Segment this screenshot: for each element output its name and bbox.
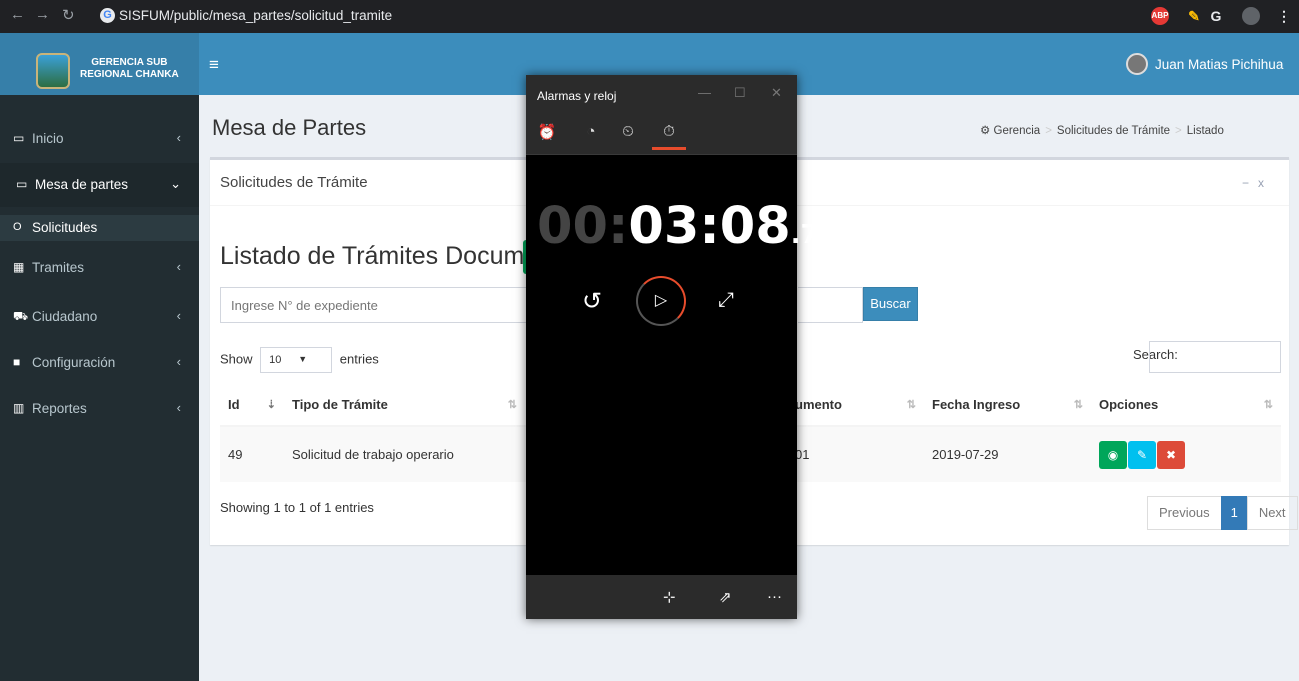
- browser-toolbar: ← → ↻ G SISFUM/public/mesa_partes/solici…: [0, 0, 1299, 33]
- search-button[interactable]: Buscar: [863, 287, 918, 321]
- world-clock-tab-icon[interactable]: ◔: [578, 123, 604, 147]
- sort-icon: ⇅: [1073, 399, 1083, 411]
- th-icon: ▦: [13, 260, 25, 274]
- chevron-left-icon: ‹: [176, 308, 181, 323]
- window-titlebar[interactable]: Alarmas y reloj — ☐ ✕: [526, 75, 797, 115]
- circle-icon: O: [13, 221, 22, 233]
- cart-icon: ⛟: [13, 309, 29, 323]
- page-1-button[interactable]: 1: [1220, 496, 1248, 530]
- expand-icon[interactable]: ⤢: [718, 289, 734, 312]
- chevron-left-icon: ‹: [176, 400, 181, 415]
- chevron-down-icon: ⌄: [170, 176, 181, 191]
- cell-id: 49: [220, 425, 284, 482]
- sidebar-item-inicio[interactable]: ▭ Inicio ‹: [0, 117, 199, 161]
- breadcrumb: ⚙ Gerencia > Solicitudes de Trámite > Listad…: [980, 125, 1224, 137]
- col-documento[interactable]: umento ⇅: [787, 384, 924, 427]
- collapse-icon[interactable]: −: [1242, 176, 1258, 190]
- laptop-icon: ▭: [16, 177, 28, 191]
- maximize-icon[interactable]: ☐: [734, 85, 746, 101]
- folder-icon: ■: [13, 355, 21, 369]
- sort-icon: ⇅: [507, 399, 517, 411]
- expediente-input[interactable]: [220, 287, 538, 323]
- chevron-left-icon: ‹: [176, 354, 181, 369]
- dashboard-icon: ⚙: [980, 125, 991, 137]
- delete-button[interactable]: ✖: [1157, 440, 1185, 469]
- share-icon[interactable]: ⇗: [719, 588, 732, 606]
- stopwatch-time: 00:03:08.79: [537, 197, 837, 256]
- next-button[interactable]: Next: [1246, 496, 1298, 530]
- table-info: Showing 1 to 1 of 1 entries: [220, 500, 374, 515]
- col-fecha[interactable]: Fecha Ingreso ⇅: [924, 384, 1091, 427]
- play-icon: ▷: [654, 292, 668, 309]
- adblock-icon[interactable]: ABP: [1151, 7, 1169, 25]
- sort-icon: ⇅: [1263, 399, 1273, 411]
- breadcrumb-listado: Listado: [1186, 125, 1224, 137]
- laptop-icon: ▭: [13, 131, 25, 145]
- more-options-icon[interactable]: ···: [767, 588, 782, 605]
- search-input[interactable]: [1149, 341, 1281, 373]
- back-icon[interactable]: ←: [10, 6, 25, 23]
- reload-icon[interactable]: ↻: [62, 6, 75, 24]
- breadcrumb-solicitudes[interactable]: Solicitudes de Trámite: [1057, 125, 1170, 137]
- dropdown-arrow-icon: ▼: [298, 354, 308, 364]
- clock-bottom-bar: ⊹ ⇗ ···: [526, 575, 797, 619]
- sidebar-item-configuracion[interactable]: ■ Configuración ‹: [0, 341, 199, 385]
- sidebar-item-solicitudes[interactable]: O Solicitudes: [0, 215, 199, 241]
- previous-button[interactable]: Previous: [1147, 496, 1222, 530]
- col-id[interactable]: Id ⇣: [220, 384, 284, 427]
- window-title: Alarmas y reloj: [537, 89, 617, 103]
- alarm-tab-icon[interactable]: ⏰: [534, 123, 560, 147]
- sidebar-item-ciudadano[interactable]: ⛟ Ciudadano ‹: [0, 295, 199, 339]
- length-control: Show 10 ▼ entries: [220, 347, 379, 373]
- menu-toggle-icon[interactable]: ≡: [209, 55, 219, 75]
- cell-tipo: Solicitud de trabajo operario: [284, 425, 525, 482]
- logo-text: GERENCIA SUB REGIONAL CHANKA: [80, 57, 179, 80]
- timer-tab-icon[interactable]: ⏲: [615, 123, 641, 147]
- sidebar: ▭ Inicio ‹ ▭ Mesa de partes ⌄ O Solicitu…: [0, 95, 199, 681]
- pin-icon[interactable]: ⊹: [663, 588, 676, 606]
- google-icon: G: [100, 8, 115, 23]
- bar-chart-icon: ▥: [13, 401, 25, 415]
- entries-select[interactable]: 10 ▼: [260, 347, 333, 373]
- edit-button[interactable]: ✎: [1128, 440, 1156, 469]
- cell-opciones: ◉ ✎ ✖: [1091, 425, 1281, 482]
- box-title: Solicitudes de Trámite: [220, 174, 368, 191]
- play-button[interactable]: ▷: [636, 276, 686, 326]
- sort-desc-icon: ⇣: [266, 399, 276, 411]
- google-ext-icon[interactable]: G: [1207, 7, 1225, 25]
- box-tools: −x: [1242, 176, 1273, 190]
- col-opciones[interactable]: Opciones ⇅: [1091, 384, 1281, 427]
- col-tipo[interactable]: Tipo de Trámite ⇅: [284, 384, 525, 427]
- close-window-icon[interactable]: ✕: [771, 85, 782, 101]
- pen-icon[interactable]: ✎: [1185, 7, 1203, 25]
- stopwatch-tab-icon[interactable]: ⏱: [656, 123, 682, 147]
- page-title: Mesa de Partes: [212, 115, 367, 140]
- sidebar-item-reportes[interactable]: ▥ Reportes ‹: [0, 387, 199, 431]
- alarms-clock-window: Alarmas y reloj — ☐ ✕ ⏰ ◔ ⏲ ⏱ 00:03:08.7…: [526, 75, 837, 619]
- profile-icon[interactable]: [1242, 7, 1260, 25]
- forward-icon[interactable]: →: [35, 6, 50, 23]
- user-name[interactable]: Juan Matias Pichihua: [1155, 57, 1283, 72]
- kebab-menu-icon[interactable]: ⋮: [1275, 7, 1293, 25]
- chevron-left-icon: ‹: [176, 130, 181, 145]
- cell-documento: 01: [787, 425, 924, 482]
- logo-area[interactable]: GERENCIA SUB REGIONAL CHANKA: [0, 33, 199, 95]
- pagination: Previous 1 Next: [1147, 496, 1298, 530]
- close-icon[interactable]: x: [1258, 176, 1273, 190]
- address-bar[interactable]: SISFUM/public/mesa_partes/solicitud_tram…: [119, 8, 392, 23]
- avatar[interactable]: [1126, 53, 1148, 75]
- sort-icon: ⇅: [906, 399, 916, 411]
- cell-fecha: 2019-07-29: [924, 425, 1091, 482]
- sidebar-item-tramites[interactable]: ▦ Tramites ‹: [0, 246, 199, 290]
- minimize-icon[interactable]: —: [698, 85, 711, 100]
- chevron-left-icon: ‹: [176, 259, 181, 274]
- view-button[interactable]: ◉: [1099, 440, 1127, 469]
- active-tab-indicator: [652, 147, 686, 150]
- breadcrumb-gerencia[interactable]: Gerencia: [994, 125, 1041, 137]
- expediente-input-tail[interactable]: [798, 287, 863, 323]
- sidebar-item-mesa-de-partes[interactable]: ▭ Mesa de partes ⌄: [0, 163, 199, 207]
- logo-emblem-icon: [36, 53, 70, 89]
- reset-icon[interactable]: ↺: [582, 287, 602, 316]
